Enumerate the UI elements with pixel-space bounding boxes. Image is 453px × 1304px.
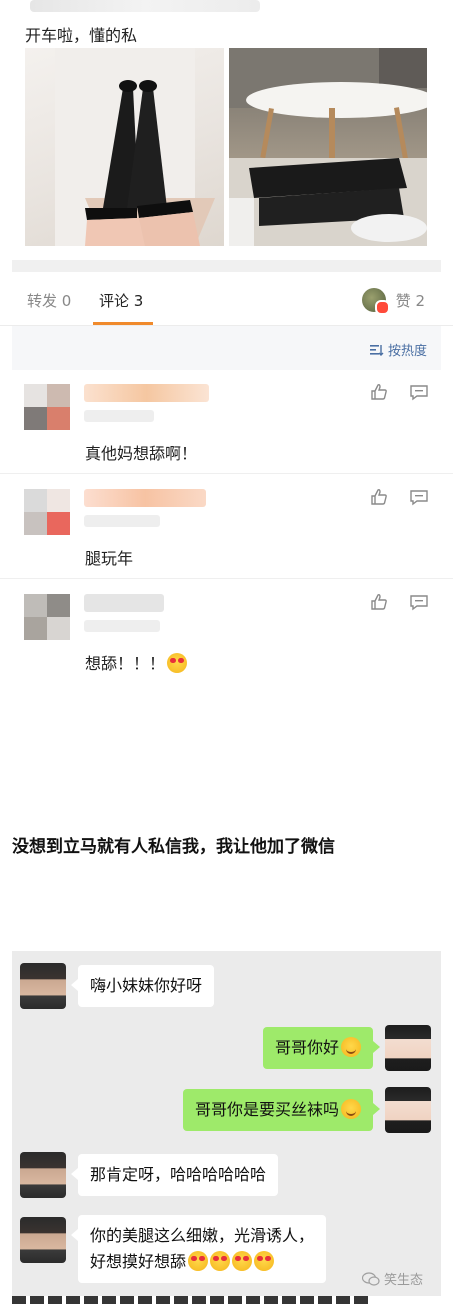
thumbs-up-icon[interactable] xyxy=(369,592,389,612)
sort-label: 按热度 xyxy=(387,344,427,359)
heart-eyes-emoji-icon xyxy=(188,1251,209,1271)
chat-bubble-text: 好想摸好想舔 xyxy=(90,1252,187,1271)
chat-bubble-line: 好想摸好想舔 xyxy=(90,1249,314,1275)
sort-icon xyxy=(369,345,384,356)
heart-eyes-emoji-icon xyxy=(167,653,188,673)
chat-bubble-line: 你的美腿这么细嫩，光滑诱人， xyxy=(90,1226,315,1245)
tab-comment[interactable]: 评论 3 xyxy=(99,290,143,311)
comment-item: 真他妈想舔啊！ xyxy=(0,370,453,474)
chat-message-left: 你的美腿这么细嫩，光滑诱人， 好想摸好想舔 xyxy=(20,1215,327,1283)
comment-item: 腿玩年 xyxy=(0,475,453,579)
like-summary[interactable]: 赞 2 xyxy=(361,288,425,315)
active-tab-indicator xyxy=(93,322,153,325)
post-photo-2[interactable] xyxy=(229,48,427,246)
heart-eyes-emoji-icon xyxy=(210,1251,231,1271)
chat-message-left: 那肯定呀，哈哈哈哈哈哈 xyxy=(20,1152,279,1198)
chat-message-right: 哥哥你是要买丝袜吗 xyxy=(182,1087,431,1133)
tab-repost[interactable]: 转发 0 xyxy=(27,290,71,311)
blurred-username[interactable] xyxy=(84,594,164,612)
avatar[interactable] xyxy=(24,489,70,535)
thinking-emoji-icon xyxy=(341,1099,361,1119)
post-text: 开车啦，懂的私 xyxy=(25,26,138,45)
chat-bubble[interactable]: 嗨小妹妹你好呀 xyxy=(70,965,215,1007)
avatar[interactable] xyxy=(20,963,66,1009)
thumbs-up-icon[interactable] xyxy=(369,382,389,402)
reply-icon[interactable] xyxy=(409,592,429,612)
avatar xyxy=(361,288,390,315)
comment-text: 想舔！！！ xyxy=(85,650,188,674)
reply-icon[interactable] xyxy=(409,382,429,402)
reply-icon[interactable] xyxy=(409,487,429,507)
comment-tabs: 转发 0 评论 3 赞 2 xyxy=(0,272,453,326)
chat-bubble-text: 哥哥你是要买丝袜吗 xyxy=(194,1100,339,1119)
photo-icon xyxy=(229,48,427,246)
thumbs-up-icon[interactable] xyxy=(369,487,389,507)
blurred-username[interactable] xyxy=(84,384,209,402)
avatar[interactable] xyxy=(385,1025,431,1071)
like-count: 赞 2 xyxy=(395,291,425,310)
watermark: 笑生态 xyxy=(362,1269,423,1288)
wechat-icon xyxy=(362,1271,380,1286)
cropped-caption-edge xyxy=(12,1296,372,1304)
chat-bubble[interactable]: 那肯定呀，哈哈哈哈哈哈 xyxy=(70,1154,279,1196)
avatar[interactable] xyxy=(24,384,70,430)
sort-bar: 按热度 xyxy=(12,326,441,370)
heart-eyes-emoji-icon xyxy=(232,1251,253,1271)
avatar[interactable] xyxy=(20,1217,66,1263)
chat-message-right: 哥哥你好 xyxy=(262,1025,431,1071)
blurred-timestamp xyxy=(84,410,154,422)
comment-text: 腿玩年 xyxy=(85,549,134,568)
avatar[interactable] xyxy=(385,1087,431,1133)
blurred-header xyxy=(30,0,260,12)
blurred-username[interactable] xyxy=(84,489,206,507)
chat-bubble-text: 哥哥你好 xyxy=(274,1038,339,1057)
sort-by-hot-button[interactable]: 按热度 xyxy=(369,340,427,359)
watermark-text: 笑生态 xyxy=(384,1273,424,1288)
avatar[interactable] xyxy=(24,594,70,640)
blurred-timestamp xyxy=(84,620,160,632)
comment-text-content: 想舔！！！ xyxy=(85,654,166,673)
chat-bubble[interactable]: 哥哥你好 xyxy=(262,1027,381,1069)
heart-eyes-emoji-icon xyxy=(254,1251,275,1271)
chat-bubble[interactable]: 哥哥你是要买丝袜吗 xyxy=(182,1089,381,1131)
comment-item: 想舔！！！ xyxy=(0,580,453,684)
post-photo-1[interactable] xyxy=(25,48,224,246)
section-divider xyxy=(12,260,441,272)
avatar[interactable] xyxy=(20,1152,66,1198)
wechat-chat: 嗨小妹妹你好呀 哥哥你好 哥哥你是要买丝袜吗 那肯定呀，哈哈哈哈哈哈 你的美腿这… xyxy=(12,951,441,1296)
chat-bubble[interactable]: 你的美腿这么细嫩，光滑诱人， 好想摸好想舔 xyxy=(70,1215,327,1283)
photo-icon xyxy=(55,48,215,246)
blurred-timestamp xyxy=(84,515,160,527)
chat-message-left: 嗨小妹妹你好呀 xyxy=(20,963,215,1009)
comment-text: 真他妈想舔啊！ xyxy=(85,444,198,463)
smile-emoji-icon xyxy=(341,1037,361,1057)
caption-text: 没想到立马就有人私信我，我让他加了微信 xyxy=(12,837,335,857)
